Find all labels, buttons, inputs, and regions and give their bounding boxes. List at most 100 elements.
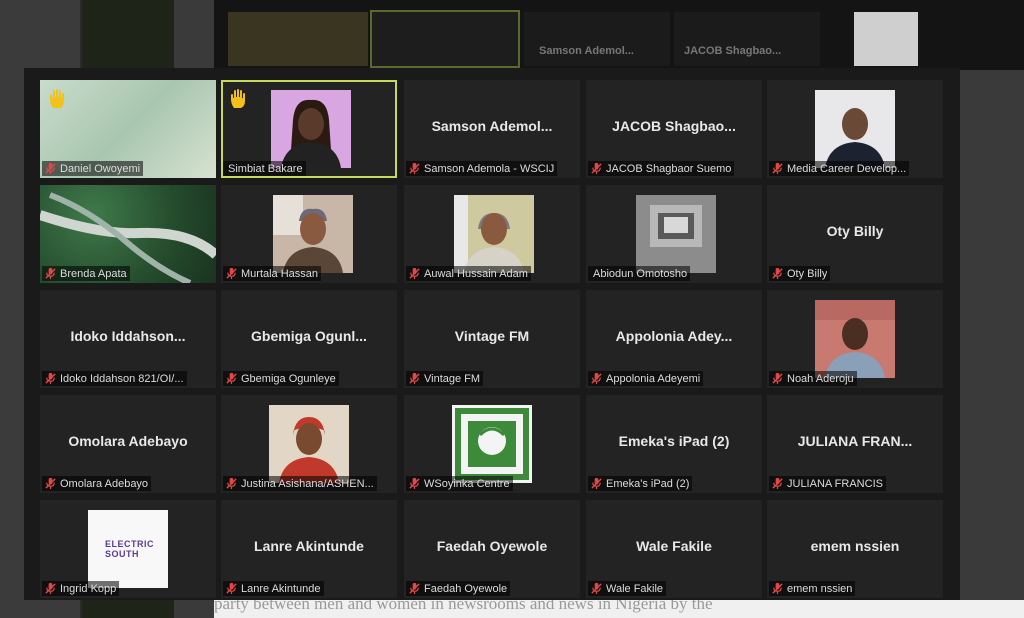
participant-tile[interactable]: Simbiat Bakare — [221, 80, 397, 178]
muted-mic-icon — [590, 372, 603, 385]
participant-name-display: Gbemiga Ogunl... — [251, 328, 367, 344]
participant-tile[interactable]: Murtala Hassan — [221, 185, 397, 283]
participant-tile[interactable]: Oty Billy Oty Billy — [767, 185, 943, 283]
participant-tile[interactable]: Auwal Hussain Adam — [404, 185, 580, 283]
muted-mic-icon — [225, 477, 238, 490]
participant-tile[interactable]: ELECTRIC SOUTH Ingrid Kopp — [40, 500, 216, 598]
participant-name: Auwal Hussain Adam — [424, 267, 528, 280]
participant-tile[interactable]: Abiodun Omotosho — [586, 185, 762, 283]
participant-tile[interactable]: JULIANA FRAN... JULIANA FRANCIS — [767, 395, 943, 493]
participant-name-display: Idoko Iddahson... — [70, 328, 186, 344]
muted-mic-icon — [225, 582, 238, 595]
participant-name-display: Appolonia Adey... — [615, 328, 733, 344]
background-right — [960, 70, 1024, 618]
muted-mic-icon — [590, 162, 603, 175]
participant-name: Simbiat Bakare — [228, 162, 303, 175]
participant-name: JULIANA FRANCIS — [787, 477, 883, 490]
participant-name-display: Samson Ademol... — [431, 118, 553, 134]
participant-name: Idoko Iddahson 821/OI/... — [60, 372, 184, 385]
muted-mic-icon — [771, 582, 784, 595]
participant-name: JACOB Shagbaor Suemo — [606, 162, 732, 175]
muted-mic-icon — [225, 267, 238, 280]
participant-name: Omolara Adebayo — [60, 477, 149, 490]
participant-name: Brenda Apata — [60, 267, 127, 280]
participant-tile[interactable]: Justina Asishana/ASHEN... — [221, 395, 397, 493]
participant-name: Vintage FM — [424, 372, 481, 385]
participant-name: Lanre Akintunde — [241, 582, 321, 595]
muted-mic-icon — [44, 372, 57, 385]
participant-name: Abiodun Omotosho — [593, 267, 688, 280]
participant-tile[interactable]: Wale Fakile Wale Fakile — [586, 500, 762, 598]
participant-tile[interactable]: Daniel Owoyemi — [40, 80, 216, 178]
participant-name-display: emem nssien — [810, 538, 900, 554]
participant-tile[interactable]: Gbemiga Ogunl... Gbemiga Ogunleye — [221, 290, 397, 388]
muted-mic-icon — [408, 582, 421, 595]
participant-label: Abiodun Omotosho — [588, 266, 691, 281]
participant-tile[interactable]: Brenda Apata — [40, 185, 216, 283]
participant-label: Ingrid Kopp — [42, 581, 120, 596]
participant-label: Simbiat Bakare — [223, 161, 306, 176]
participant-tile[interactable]: Emeka's iPad (2) Emeka's iPad (2) — [586, 395, 762, 493]
participant-tile[interactable]: Omolara Adebayo Omolara Adebayo — [40, 395, 216, 493]
muted-mic-icon — [771, 162, 784, 175]
muted-mic-icon — [771, 477, 784, 490]
participant-name-display: Vintage FM — [454, 328, 530, 344]
participant-label: Justina Asishana/ASHEN... — [223, 476, 377, 491]
participant-name: Gbemiga Ogunleye — [241, 372, 336, 385]
participant-label: Auwal Hussain Adam — [406, 266, 531, 281]
background-article-text: party between men and women in newsrooms… — [214, 600, 1024, 618]
participant-name-display: Wale Fakile — [636, 538, 712, 554]
participant-tile[interactable]: Samson Ademol... Samson Ademola - WSCIJ — [404, 80, 580, 178]
participant-name: Ingrid Kopp — [60, 582, 117, 595]
electric-south-logo: ELECTRIC SOUTH — [105, 539, 154, 559]
participant-tile[interactable]: emem nssien emem nssien — [767, 500, 943, 598]
muted-mic-icon — [408, 372, 421, 385]
participant-label: WSoyinka Centre — [406, 476, 513, 491]
participant-name-display: Faedah Oyewole — [436, 538, 548, 554]
background-window-strip: Samson Ademol... JACOB Shagbao... — [214, 0, 1024, 70]
muted-mic-icon — [590, 477, 603, 490]
strip-tile-photo — [854, 12, 918, 66]
participant-tile[interactable]: WSoyinka Centre — [404, 395, 580, 493]
participant-name: Daniel Owoyemi — [60, 162, 141, 175]
muted-mic-icon — [408, 477, 421, 490]
participant-label: Wale Fakile — [588, 581, 667, 596]
participant-label: JULIANA FRANCIS — [769, 476, 886, 491]
participant-label: Brenda Apata — [42, 266, 130, 281]
participant-name: Noah Aderoju — [787, 372, 854, 385]
participant-name: Appolonia Adeyemi — [606, 372, 701, 385]
participant-label: Emeka's iPad (2) — [588, 476, 693, 491]
participant-tile[interactable]: Noah Aderoju — [767, 290, 943, 388]
participant-label: emem nssien — [769, 581, 856, 596]
participant-name: Wale Fakile — [606, 582, 664, 595]
participant-label: Samson Ademola - WSCIJ — [406, 161, 558, 176]
participant-name: Murtala Hassan — [241, 267, 319, 280]
participant-tile[interactable]: Idoko Iddahson... Idoko Iddahson 821/OI/.… — [40, 290, 216, 388]
participant-name: Justina Asishana/ASHEN... — [241, 477, 374, 490]
participant-tile[interactable]: Vintage FM Vintage FM — [404, 290, 580, 388]
participant-tile[interactable]: Media Career Develop... — [767, 80, 943, 178]
participant-name-display: Omolara Adebayo — [68, 433, 188, 449]
participant-name: Emeka's iPad (2) — [606, 477, 690, 490]
muted-mic-icon — [44, 162, 57, 175]
muted-mic-icon — [590, 582, 603, 595]
participant-label: Noah Aderoju — [769, 371, 857, 386]
zoom-gallery-view: Daniel Owoyemi Simbiat Bakare Samson Ademo… — [24, 68, 960, 600]
muted-mic-icon — [771, 267, 784, 280]
participant-tile[interactable]: Lanre Akintunde Lanre Akintunde — [221, 500, 397, 598]
participant-label: Idoko Iddahson 821/OI/... — [42, 371, 187, 386]
participant-tile[interactable]: JACOB Shagbao... JACOB Shagbaor Suemo — [586, 80, 762, 178]
muted-mic-icon — [408, 267, 421, 280]
participant-label: Vintage FM — [406, 371, 484, 386]
participant-label: JACOB Shagbaor Suemo — [588, 161, 735, 176]
participant-tile[interactable]: Appolonia Adey... Appolonia Adeyemi — [586, 290, 762, 388]
muted-mic-icon — [44, 477, 57, 490]
strip-tile-blur — [228, 12, 368, 66]
strip-tile — [674, 12, 820, 66]
participant-name: Faedah Oyewole — [424, 582, 508, 595]
participant-tile[interactable]: Faedah Oyewole Faedah Oyewole — [404, 500, 580, 598]
participant-label: Omolara Adebayo — [42, 476, 152, 491]
participant-label: Murtala Hassan — [223, 266, 322, 281]
participant-name: Media Career Develop... — [787, 162, 907, 175]
strip-name: Samson Ademol... — [539, 45, 634, 57]
